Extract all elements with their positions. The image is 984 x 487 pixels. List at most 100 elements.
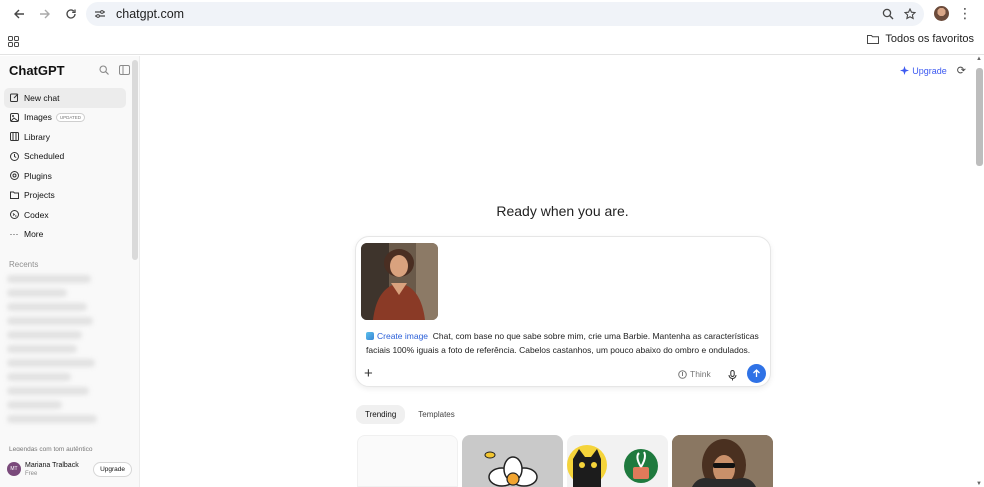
suggestion-tabs: Trending Templates <box>356 405 464 424</box>
attached-photo-thumbnail[interactable] <box>361 243 438 320</box>
template-card[interactable] <box>567 435 668 487</box>
cat-plant-illustration <box>567 445 658 487</box>
clock-icon <box>9 151 19 161</box>
woman-photo-illustration <box>672 435 773 487</box>
bookmark-folder-label: Todos os favoritos <box>885 33 974 45</box>
sidebar-item-scheduled[interactable]: Scheduled <box>4 147 126 167</box>
forward-button[interactable] <box>32 1 58 27</box>
all-bookmarks-folder[interactable]: Todos os favoritos <box>867 33 974 45</box>
think-label: Think <box>690 369 711 379</box>
recent-chat-item[interactable] <box>7 289 67 297</box>
more-icon: ··· <box>9 229 19 240</box>
image-tool-icon <box>366 332 374 340</box>
microphone-button[interactable] <box>728 368 737 386</box>
back-button[interactable] <box>6 1 32 27</box>
address-bar[interactable]: chatgpt.com <box>86 2 924 26</box>
scroll-up-arrow-icon[interactable]: ▲ <box>976 56 982 62</box>
scroll-down-arrow-icon[interactable]: ▼ <box>976 481 982 487</box>
recent-chat-item[interactable] <box>7 331 82 339</box>
sidebar-item-more[interactable]: ··· More <box>4 225 126 245</box>
recent-chat-item[interactable] <box>7 387 89 395</box>
recents-heading: Recents <box>9 260 39 269</box>
sidebar-scrollbar[interactable] <box>132 60 138 260</box>
sparkle-icon <box>900 66 910 75</box>
recent-chat-item[interactable] <box>7 317 93 325</box>
recent-chat-item[interactable] <box>7 275 91 283</box>
sidebar-item-codex[interactable]: Codex <box>4 205 126 225</box>
user-plan: Free <box>25 470 38 477</box>
library-icon <box>9 132 19 142</box>
upgrade-button[interactable]: Upgrade <box>900 66 947 76</box>
sidebar-nav: New chat Images UPDATED Library Schedule… <box>0 88 139 244</box>
brand-title[interactable]: ChatGPT <box>9 63 65 78</box>
browser-profile-avatar[interactable] <box>934 6 949 21</box>
bookmarks-bar: Todos os favoritos <box>0 30 984 52</box>
page-title: Ready when you are. <box>496 203 629 219</box>
tab-trending[interactable]: Trending <box>356 405 406 424</box>
url-text: chatgpt.com <box>116 7 185 21</box>
search-icon[interactable] <box>99 65 109 75</box>
prompt-text[interactable]: Create image Chat, com base no que sabe … <box>366 329 766 357</box>
folder-icon <box>9 190 19 200</box>
main-scrollbar[interactable] <box>976 68 983 166</box>
upgrade-label: Upgrade <box>912 65 947 76</box>
arrow-right-icon <box>40 9 50 19</box>
avatar: MT <box>7 462 21 476</box>
tab-templates[interactable]: Templates <box>409 405 463 424</box>
codex-icon <box>9 210 19 220</box>
recents-list <box>0 275 139 423</box>
recent-chat-item[interactable] <box>7 345 77 353</box>
sidebar-item-projects[interactable]: Projects <box>4 186 126 206</box>
recent-chat-item[interactable] <box>7 415 97 423</box>
sidebar-upgrade-button[interactable]: Upgrade <box>93 461 132 477</box>
template-card[interactable] <box>357 435 458 487</box>
sidebar-item-label: Projects <box>24 190 55 201</box>
site-settings-icon[interactable] <box>94 9 106 19</box>
sidebar-item-library[interactable]: Library <box>4 127 126 147</box>
sidebar-item-label: Scheduled <box>24 151 65 162</box>
sidebar-header: ChatGPT <box>0 56 139 84</box>
recent-chat-item[interactable] <box>7 401 62 409</box>
sidebar-toggle-icon[interactable] <box>119 65 130 75</box>
user-account[interactable]: MT Mariana Tralback Free Upgrade <box>0 451 139 487</box>
pencil-icon <box>9 93 19 103</box>
sidebar-item-images[interactable]: Images UPDATED <box>4 108 126 128</box>
chatgpt-app: ChatGPT New chat Images UPDATED Library <box>0 56 984 487</box>
reload-button[interactable] <box>58 1 84 27</box>
apps-grid-icon[interactable] <box>8 35 19 47</box>
sidebar-item-label: New chat <box>24 92 60 103</box>
sync-icon[interactable]: ⟳ <box>957 64 966 77</box>
reload-icon <box>66 9 76 19</box>
browser-menu-icon[interactable]: ⋮ <box>958 6 972 20</box>
template-cards <box>357 435 773 487</box>
send-button[interactable] <box>747 364 766 383</box>
attach-button[interactable]: + <box>364 365 373 382</box>
think-button[interactable]: Think <box>678 369 711 379</box>
arrow-left-icon <box>14 9 24 19</box>
user-name: Mariana Tralback <box>25 461 79 469</box>
sidebar-item-new-chat[interactable]: New chat <box>4 88 126 108</box>
updated-badge: UPDATED <box>55 112 86 122</box>
recent-chat-item[interactable] <box>7 359 95 367</box>
sidebar-item-plugins[interactable]: Plugins <box>4 166 126 186</box>
zoom-icon[interactable] <box>882 8 894 20</box>
star-icon[interactable] <box>904 8 916 20</box>
sidebar: ChatGPT New chat Images UPDATED Library <box>0 56 140 487</box>
sidebar-item-label: Codex <box>24 209 49 220</box>
template-card[interactable] <box>462 435 563 487</box>
create-image-chip[interactable]: Create image <box>366 331 428 341</box>
bee-flower-illustration <box>484 451 538 487</box>
sidebar-item-label: Images <box>24 112 52 123</box>
template-card[interactable] <box>672 435 773 487</box>
sidebar-item-label: More <box>24 229 44 240</box>
main-area: Upgrade ⟳ ▲ ▼ Ready when you are. Create… <box>141 56 984 487</box>
create-image-label: Create image <box>377 331 429 341</box>
recent-chat-item[interactable] <box>7 303 87 311</box>
sidebar-item-label: Library <box>24 131 50 142</box>
sidebar-item-label: Plugins <box>24 170 52 181</box>
prompt-composer[interactable]: Create image Chat, com base no que sabe … <box>355 236 771 387</box>
microphone-icon <box>728 370 737 381</box>
recent-chat-item[interactable] <box>7 373 71 381</box>
browser-chrome: chatgpt.com ⋮ Todos os favoritos <box>0 0 984 55</box>
arrow-up-icon <box>753 369 760 377</box>
